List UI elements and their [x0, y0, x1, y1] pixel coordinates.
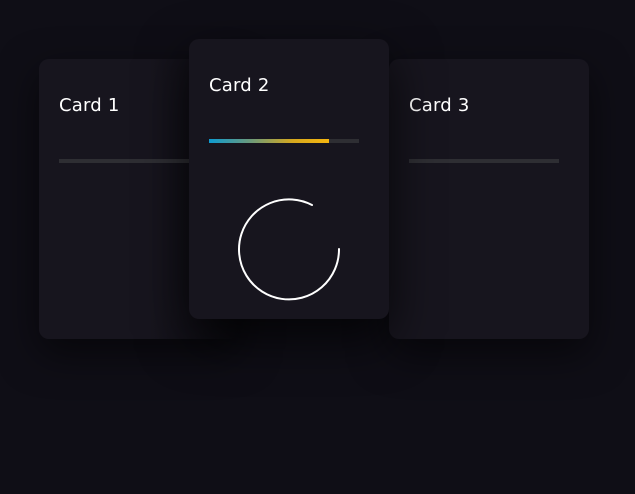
loading-spinner-icon — [238, 198, 341, 301]
progress-track — [59, 159, 209, 163]
progress-track — [209, 139, 359, 143]
progress-track — [409, 159, 559, 163]
progress-fill — [209, 139, 329, 143]
card-title: Card 1 — [59, 95, 120, 116]
card-3[interactable]: Card 3 — [389, 59, 589, 339]
card-title: Card 2 — [209, 75, 270, 96]
card-2[interactable]: Card 2 — [189, 39, 389, 319]
card-title: Card 3 — [409, 95, 470, 116]
